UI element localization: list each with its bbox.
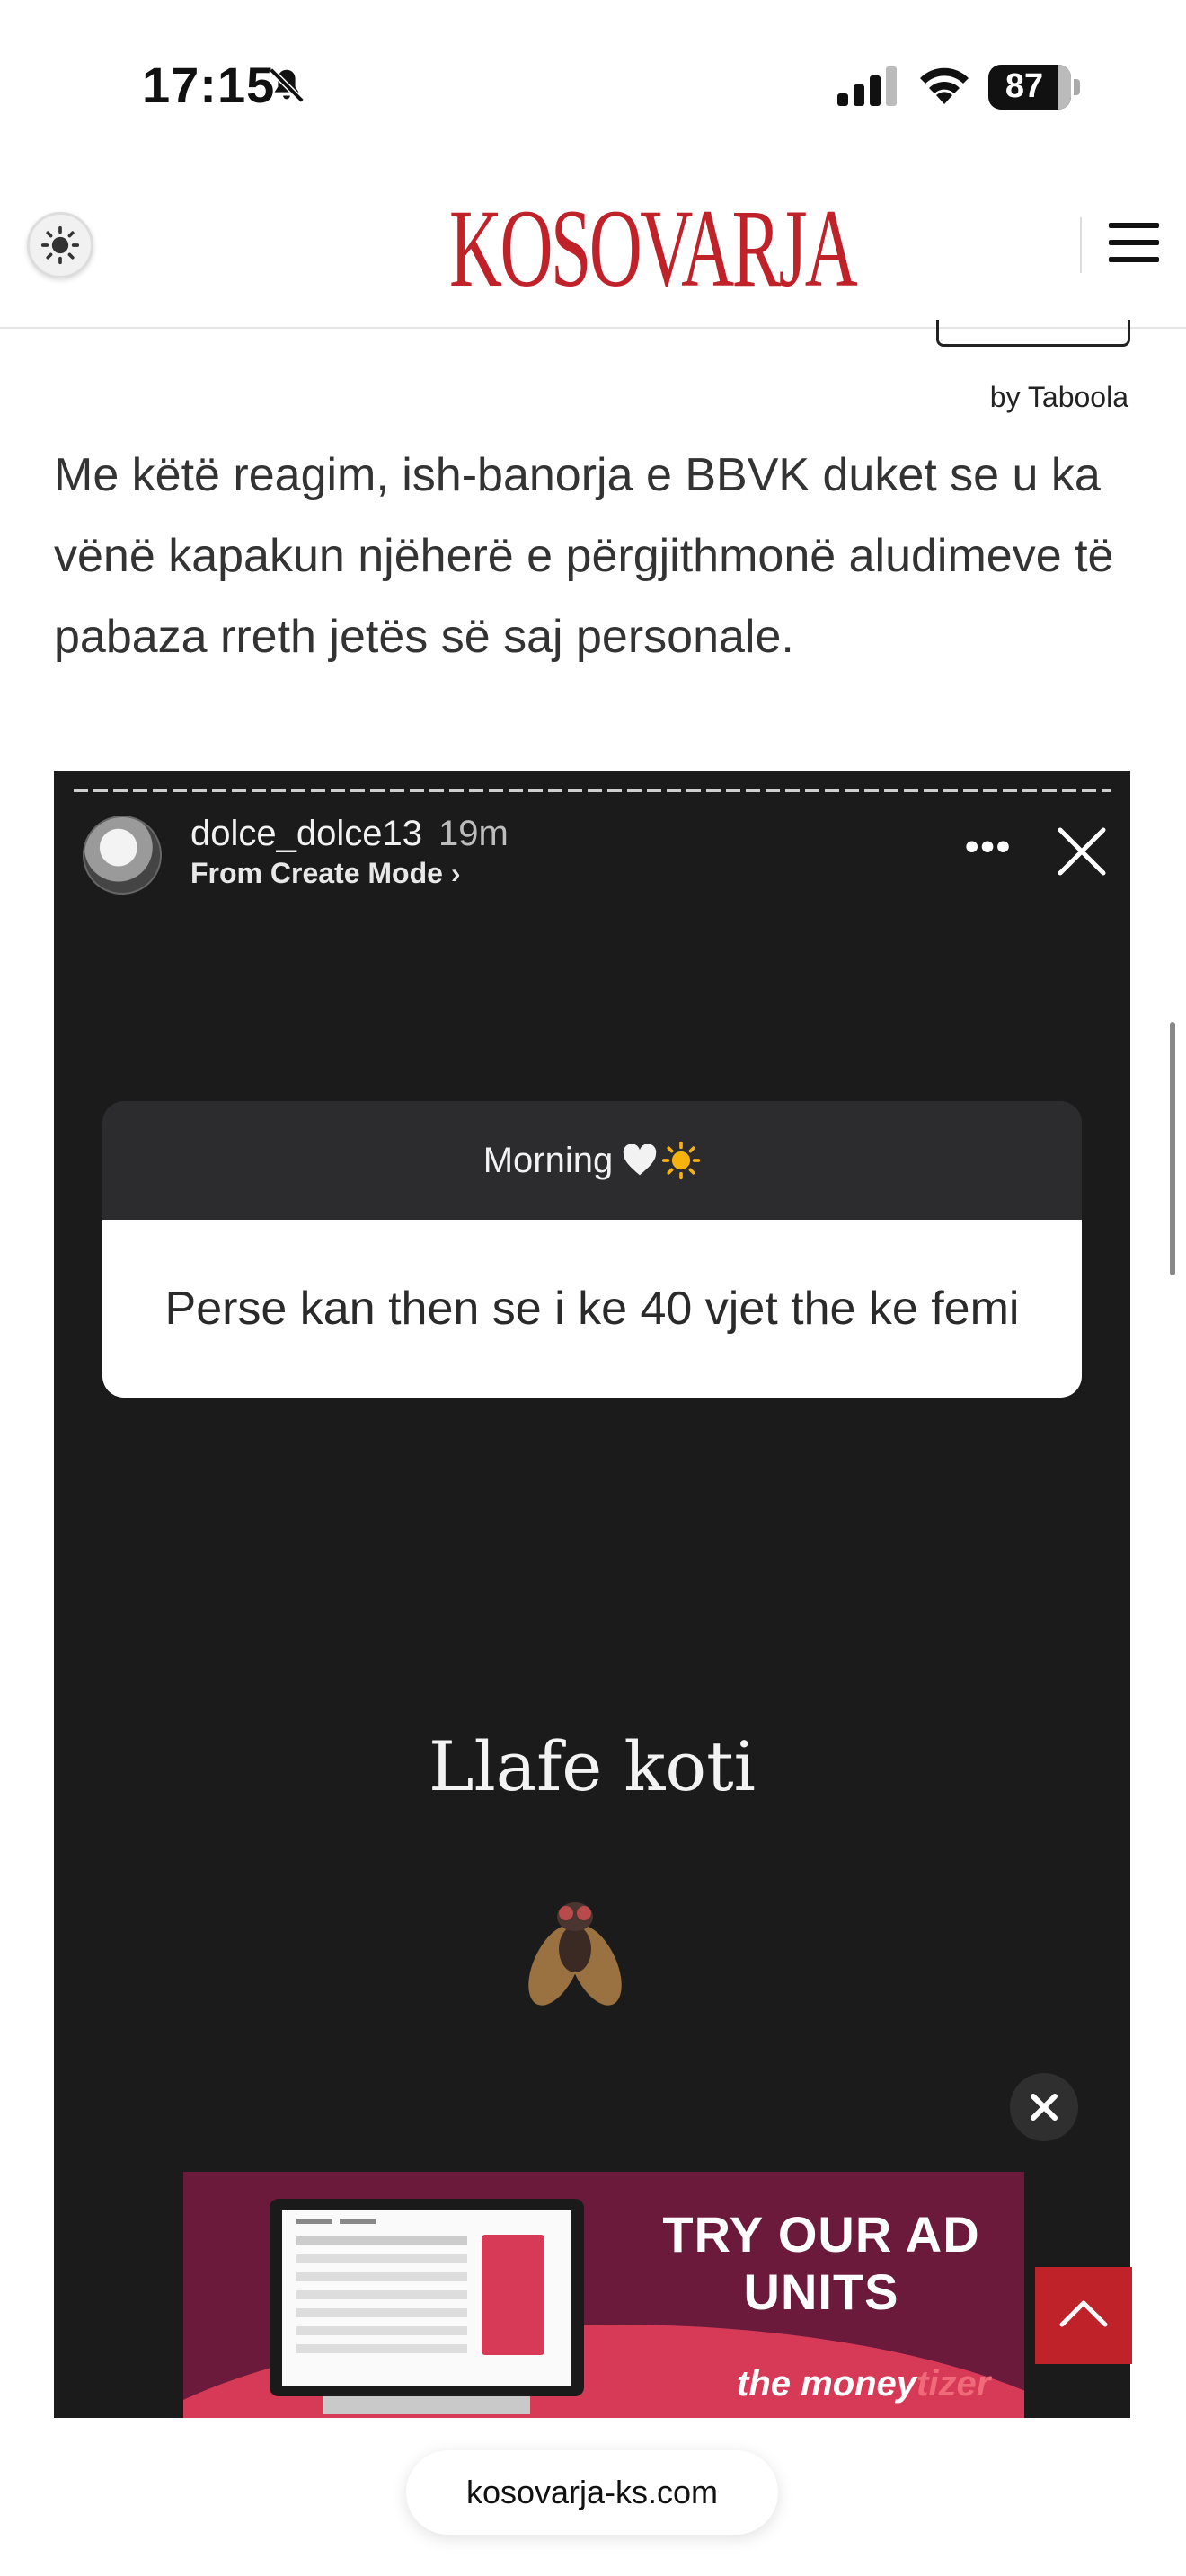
- close-icon: [1031, 2094, 1058, 2121]
- question-text: Perse kan then se i ke 40 vjet the ke fe…: [102, 1220, 1082, 1398]
- ad-brand-suffix: tizer: [916, 2364, 991, 2404]
- url-pill[interactable]: kosovarja-ks.com: [406, 2450, 778, 2535]
- story-subtitle: From Create Mode ›: [190, 857, 461, 889]
- header-divider: [1080, 217, 1082, 273]
- story-caption: Llafe koti: [428, 1726, 756, 1806]
- ellipsis-icon: •••: [965, 825, 1013, 869]
- scroll-to-top-button[interactable]: [1035, 2267, 1132, 2364]
- sun-icon: [40, 225, 80, 265]
- close-icon: [1058, 827, 1106, 876]
- site-logo[interactable]: KOSOVARJA: [449, 190, 858, 307]
- sun-emoji-icon: [662, 1141, 701, 1180]
- chevron-up-icon: [1059, 2300, 1108, 2327]
- fly-icon: [528, 1902, 622, 2006]
- ad-title: TRY OUR AD UNITS: [662, 2206, 980, 2320]
- story-username: dolce_dolce13 19m: [190, 814, 509, 854]
- question-header-text: Morning: [482, 1140, 614, 1180]
- white-heart-icon: [624, 1144, 657, 1176]
- avatar: [83, 816, 162, 895]
- theme-toggle-button[interactable]: [27, 212, 93, 278]
- ad-brand: the moneytizer: [737, 2364, 990, 2404]
- taboola-credit[interactable]: by Taboola: [990, 381, 1128, 414]
- wifi-icon: [920, 67, 969, 104]
- story-progress-bar: [74, 789, 1111, 792]
- battery-level: 87: [1005, 67, 1044, 105]
- taboola-button-edge[interactable]: [936, 320, 1130, 347]
- battery-icon: 87: [988, 65, 1080, 110]
- status-time: 17:15: [142, 57, 276, 113]
- article-paragraph: Me këtë reagim, ish-banorja e BBVK duket…: [54, 449, 1114, 663]
- story-username-text: dolce_dolce13: [190, 814, 422, 853]
- signal-icon: [837, 66, 897, 106]
- ad-brand-prefix: the: [737, 2364, 791, 2404]
- hamburger-icon[interactable]: [1109, 223, 1159, 262]
- site-header: KOSOVARJA: [0, 153, 1186, 329]
- question-header: Morning: [102, 1101, 1082, 1220]
- ad-brand-main: money: [801, 2364, 917, 2404]
- story-time: 19m: [438, 814, 509, 853]
- question-sticker: Morning Perse kan then se i ke 40 vjet t…: [102, 1101, 1082, 1398]
- story-image: dolce_dolce13 19m From Create Mode › ••• …: [54, 771, 1130, 2418]
- browser-url-bar: kosovarja-ks.com: [0, 2418, 1186, 2576]
- ad-close-button[interactable]: [1010, 2073, 1078, 2141]
- scrollbar-thumb[interactable]: [1170, 1022, 1175, 1275]
- ad-banner[interactable]: TRY OUR AD UNITS the moneytizer: [183, 2172, 1024, 2418]
- status-bar: 17:15 87: [0, 0, 1186, 153]
- laptop-icon: [270, 2199, 584, 2414]
- bell-slash-icon: [269, 67, 305, 103]
